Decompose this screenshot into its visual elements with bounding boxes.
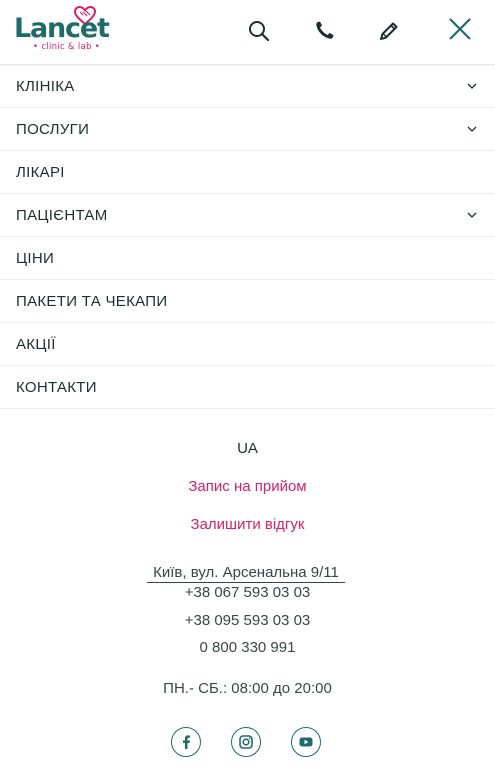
instagram-icon[interactable] [231, 727, 261, 757]
close-icon[interactable] [446, 15, 474, 43]
phone-number[interactable]: 0 800 330 991 [0, 639, 495, 656]
working-hours: ПН.- СБ.: 08:00 до 20:00 [163, 680, 332, 697]
menu-item-clinic[interactable]: КЛІНІКА [0, 65, 495, 108]
menu-item-services[interactable]: ПОСЛУГИ [0, 108, 495, 151]
facebook-icon[interactable] [171, 727, 201, 757]
menu-item-patients[interactable]: ПАЦІЄНТАМ [0, 194, 495, 237]
appointment-link[interactable]: Запис на прийом [0, 478, 495, 495]
menu-item-label: ЦІНИ [16, 249, 55, 267]
search-icon[interactable] [246, 18, 272, 44]
menu-item-doctors[interactable]: ЛІКАРІ [0, 151, 495, 194]
menu-item-label: АКЦІЇ [16, 335, 56, 353]
pencil-icon[interactable] [376, 18, 402, 44]
phone-number[interactable]: +38 095 593 03 03 [0, 612, 495, 629]
menu-item-label: ПОСЛУГИ [16, 120, 90, 138]
menu-item-packages[interactable]: ПАКЕТИ ТА ЧЕКАПИ [0, 280, 495, 323]
chevron-down-icon[interactable] [465, 122, 479, 136]
menu-item-label: ПАЦІЄНТАМ [16, 206, 108, 224]
menu-item-label: ЛІКАРІ [16, 163, 65, 181]
youtube-icon[interactable] [291, 727, 321, 757]
menu-item-promotions[interactable]: АКЦІЇ [0, 323, 495, 366]
lancet-logo[interactable]: Lancet • clinic & lab • [14, 6, 110, 54]
phone-icon[interactable] [311, 18, 337, 44]
main-menu: КЛІНІКА ПОСЛУГИ ЛІКАРІ ПАЦІЄНТАМ ЦІНИ ПА… [0, 65, 495, 409]
chevron-down-icon[interactable] [465, 208, 479, 222]
logo-text: Lancet [14, 13, 110, 44]
review-link[interactable]: Залишити відгук [0, 516, 495, 533]
address-link[interactable]: Київ, вул. Арсенальна 9/11 [147, 564, 345, 583]
menu-item-contacts[interactable]: КОНТАКТИ [0, 366, 495, 409]
logo-subtitle: • clinic & lab • [33, 42, 101, 52]
chevron-down-icon[interactable] [465, 79, 479, 93]
menu-item-label: КЛІНІКА [16, 77, 75, 95]
header: Lancet • clinic & lab • [0, 0, 495, 65]
phone-number[interactable]: +38 067 593 03 03 [0, 584, 495, 601]
menu-item-prices[interactable]: ЦІНИ [0, 237, 495, 280]
menu-item-label: ПАКЕТИ ТА ЧЕКАПИ [16, 292, 168, 310]
language-switch[interactable]: UA [0, 440, 495, 457]
menu-item-label: КОНТАКТИ [16, 378, 97, 396]
